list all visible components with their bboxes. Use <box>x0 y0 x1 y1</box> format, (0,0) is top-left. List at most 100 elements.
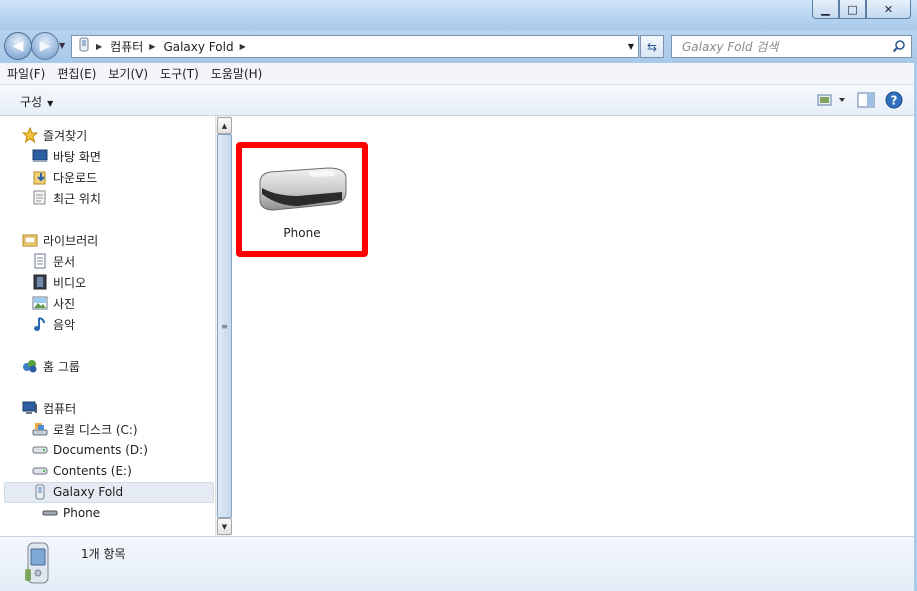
tree-item-label: 비디오 <box>53 275 87 290</box>
search-input[interactable] <box>682 39 882 54</box>
forward-arrow-icon: ▶ <box>39 38 51 54</box>
tree-item-pictures[interactable]: 사진 <box>31 293 75 313</box>
title-bar: ▁ □ ✕ <box>0 0 917 30</box>
drive-icon <box>31 442 49 458</box>
back-button[interactable]: ◀ <box>4 32 32 60</box>
library-icon <box>21 232 39 248</box>
tree-homegroup[interactable]: 홈 그룹 <box>21 356 80 376</box>
tree-item-label: Phone <box>63 506 101 520</box>
downloads-folder-icon <box>31 169 49 185</box>
mobile-device-icon <box>31 484 49 500</box>
tree-libraries[interactable]: 라이브러리 <box>21 230 98 250</box>
window-controls: ▁ □ ✕ <box>812 0 911 19</box>
organize-label: 구성 <box>20 95 43 109</box>
tree-item-documents[interactable]: 문서 <box>31 251 75 271</box>
scroll-thumb[interactable]: ≡ <box>217 134 232 518</box>
details-pane: 1개 항목 <box>0 536 917 591</box>
tree-item-label: 사진 <box>53 296 76 311</box>
removable-drive-icon <box>41 505 59 521</box>
refresh-icon: ⇆ <box>646 39 658 54</box>
item-label: Phone <box>283 226 321 240</box>
drive-icon <box>31 463 49 479</box>
preview-pane-button[interactable] <box>857 92 875 111</box>
tree-favorites-label: 즐겨찾기 <box>43 128 88 143</box>
command-bar: 구성 ▼ ? <box>0 85 917 116</box>
tree-computer-label: 컴퓨터 <box>43 401 77 416</box>
picture-icon <box>31 295 49 311</box>
tree-item-phone[interactable]: Phone <box>41 503 100 523</box>
tree-item-videos[interactable]: 비디오 <box>31 272 86 292</box>
mobile-phone-icon <box>22 541 54 590</box>
breadcrumb-separator-icon[interactable]: ▶ <box>149 42 155 51</box>
tree-homegroup-label: 홈 그룹 <box>43 359 80 374</box>
document-icon <box>31 253 49 269</box>
system-drive-icon <box>31 421 49 437</box>
tree-item-label: 최근 위치 <box>53 191 101 206</box>
tree-item-local-disk-c[interactable]: 로컬 디스크 (C:) <box>31 419 138 439</box>
tree-item-label: 음악 <box>53 317 76 332</box>
tree-item-label: Documents (D:) <box>53 443 148 457</box>
tree-item-label: 바탕 화면 <box>53 149 101 164</box>
forward-button[interactable]: ▶ <box>31 32 59 60</box>
scroll-up-icon: ▲ <box>221 121 228 130</box>
recent-pages-dropdown[interactable]: ▼ <box>59 41 65 50</box>
menu-view[interactable]: 보기(V) <box>108 65 148 82</box>
navigation-pane: 즐겨찾기 바탕 화면 다운로드 최근 위치 라이브러리 문서 비디오 사진 음악… <box>0 116 215 536</box>
chevron-down-icon: ▼ <box>47 99 54 108</box>
desktop-icon <box>31 148 49 164</box>
breadcrumb-galaxy-fold[interactable]: Galaxy Fold <box>163 40 233 54</box>
tree-libraries-label: 라이브러리 <box>43 233 99 248</box>
video-icon <box>31 274 49 290</box>
tree-item-music[interactable]: 음악 <box>31 314 75 334</box>
tree-item-contents-e[interactable]: Contents (E:) <box>31 461 132 481</box>
menu-help[interactable]: 도움말(H) <box>211 65 263 82</box>
item-count: 1개 항목 <box>81 547 126 561</box>
organize-button[interactable]: 구성 ▼ <box>20 93 53 110</box>
file-list-area[interactable]: Phone <box>233 116 917 536</box>
close-icon: ✕ <box>883 2 894 16</box>
search-icon[interactable] <box>892 39 906 56</box>
back-arrow-icon: ◀ <box>12 38 24 54</box>
address-bar[interactable]: ▶ 컴퓨터 ▶ Galaxy Fold ▶ ▼ <box>71 35 639 58</box>
tree-item-downloads[interactable]: 다운로드 <box>31 167 97 187</box>
nav-buttons: ◀ ▶ <box>4 32 64 60</box>
scroll-down-icon: ▼ <box>221 522 228 531</box>
menu-edit[interactable]: 편집(E) <box>57 65 96 82</box>
grip-icon: ≡ <box>221 321 228 331</box>
breadcrumb-separator-icon[interactable]: ▶ <box>96 42 102 51</box>
breadcrumb-separator-icon[interactable]: ▶ <box>240 42 246 51</box>
tree-item-desktop[interactable]: 바탕 화면 <box>31 146 101 166</box>
maximize-button[interactable]: □ <box>839 0 866 19</box>
toolbar-right: ? <box>807 91 903 112</box>
homegroup-icon <box>21 358 39 374</box>
address-dropdown-icon[interactable]: ▼ <box>628 42 634 51</box>
close-button[interactable]: ✕ <box>866 0 911 19</box>
scroll-down-button[interactable]: ▼ <box>217 518 232 535</box>
change-view-button[interactable] <box>817 93 847 110</box>
tree-item-label: 다운로드 <box>53 170 98 185</box>
navigation-bar: ◀ ▶ ▼ ▶ 컴퓨터 ▶ Galaxy Fold ▶ ▼ ⇆ <box>0 30 917 63</box>
navigation-pane-scrollbar[interactable]: ▲ ≡ ▼ <box>215 116 232 536</box>
music-note-icon <box>31 316 49 332</box>
scroll-up-button[interactable]: ▲ <box>217 117 232 134</box>
recent-places-icon <box>31 190 49 206</box>
star-icon <box>21 127 39 143</box>
tree-computer[interactable]: 컴퓨터 <box>21 398 76 418</box>
refresh-button[interactable]: ⇆ <box>640 35 664 58</box>
tree-item-documents-d[interactable]: Documents (D:) <box>31 440 148 460</box>
computer-icon <box>21 400 39 416</box>
minimize-button[interactable]: ▁ <box>812 0 839 19</box>
tree-item-label: Galaxy Fold <box>53 485 124 499</box>
help-button[interactable]: ? <box>885 91 903 112</box>
svg-text:?: ? <box>891 94 898 108</box>
tree-favorites[interactable]: 즐겨찾기 <box>21 125 87 145</box>
menu-tools[interactable]: 도구(T) <box>160 65 199 82</box>
device-icon <box>78 37 90 56</box>
search-box[interactable] <box>671 35 912 58</box>
tree-item-galaxy-fold[interactable]: Galaxy Fold <box>31 482 123 502</box>
item-tile-phone[interactable]: Phone <box>236 142 368 257</box>
breadcrumb-computer[interactable]: 컴퓨터 <box>110 38 143 55</box>
menu-file[interactable]: 파일(F) <box>7 65 45 82</box>
tree-item-recent-places[interactable]: 최근 위치 <box>31 188 101 208</box>
minimize-icon: ▁ <box>821 2 830 16</box>
